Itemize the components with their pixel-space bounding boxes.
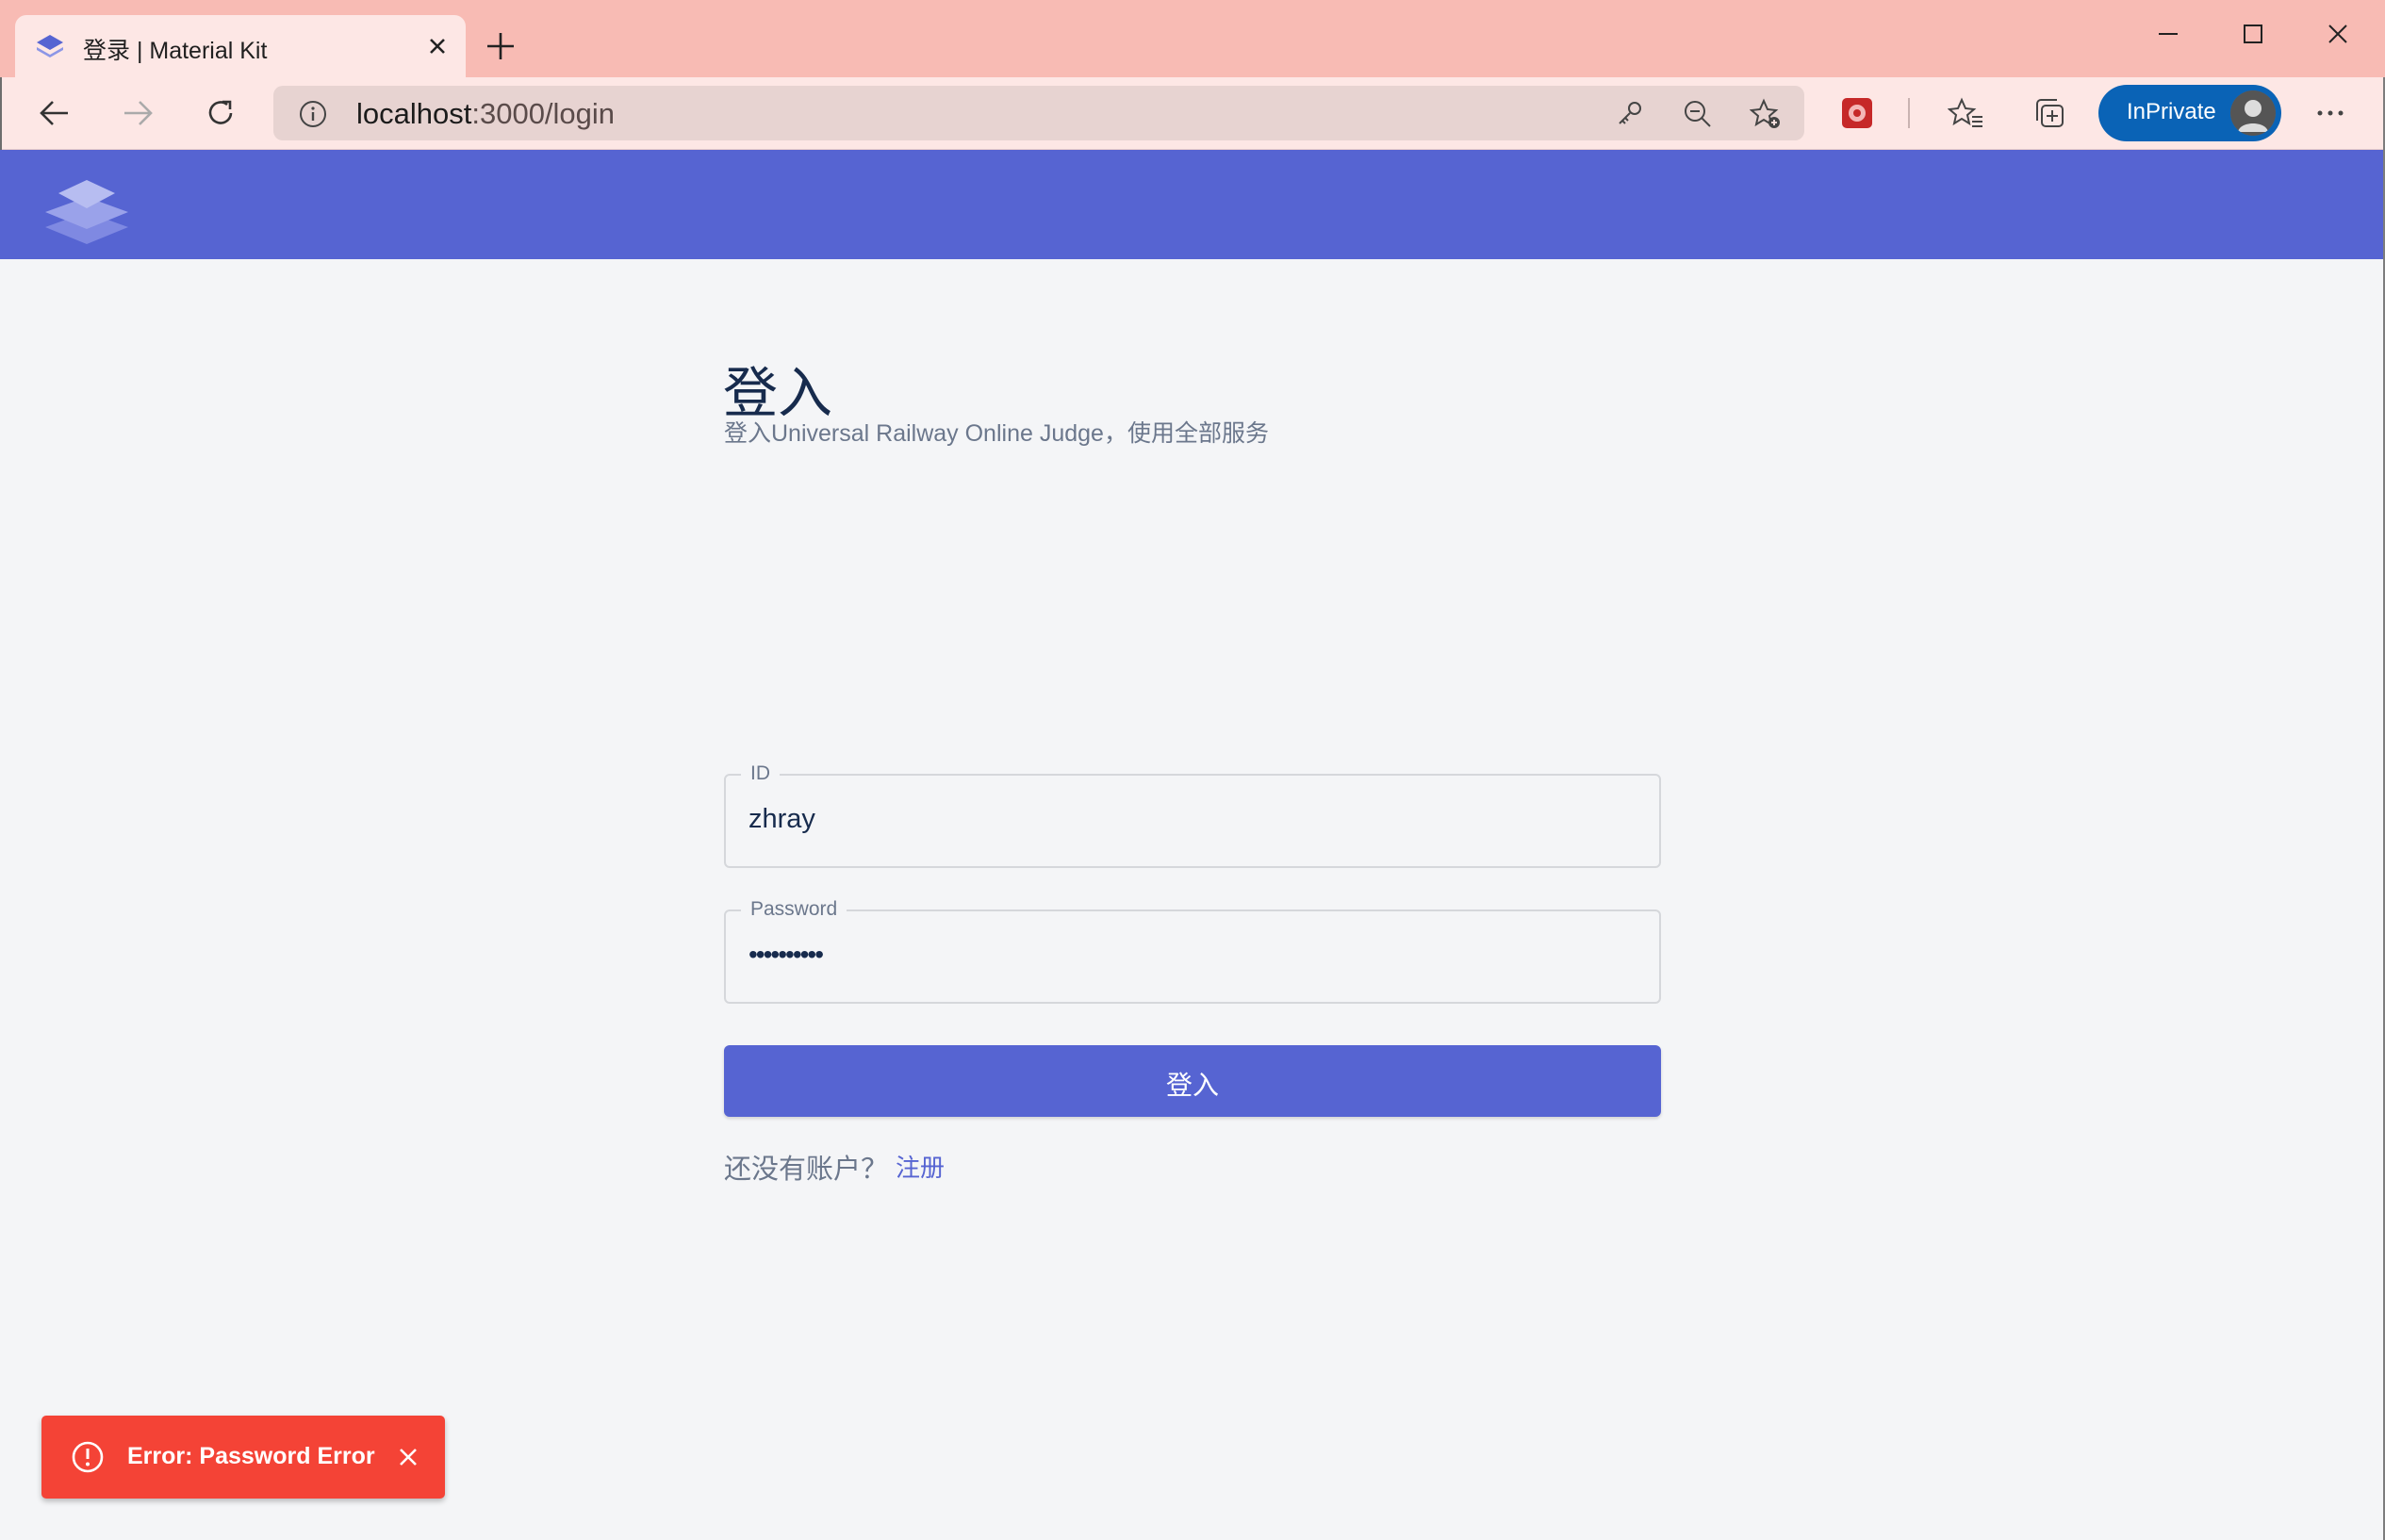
app-header	[0, 150, 2385, 259]
close-icon[interactable]	[392, 1441, 424, 1473]
error-snackbar: Error: Password Error	[41, 1416, 445, 1499]
inprivate-label: InPrivate	[2127, 99, 2216, 124]
page-subtitle: 登入Universal Railway Online Judge，使用全部服务	[724, 420, 1269, 447]
browser-titlebar: 登录 | Material Kit	[0, 0, 2385, 77]
avatar	[2230, 90, 2276, 136]
login-submit-button[interactable]: 登入	[724, 1045, 1661, 1117]
extension-icon[interactable]	[1838, 94, 1876, 132]
id-field-value[interactable]: zhray	[748, 804, 815, 835]
more-icon[interactable]	[2311, 94, 2349, 132]
key-icon[interactable]	[1614, 98, 1646, 130]
plus-icon[interactable]	[485, 30, 517, 62]
error-alert-icon	[72, 1441, 104, 1473]
favorites-icon[interactable]	[1948, 94, 1985, 132]
url-host: localhost	[356, 97, 472, 130]
toolbar-divider	[1908, 98, 1910, 128]
browser-tab-active[interactable]: 登录 | Material Kit	[15, 15, 466, 77]
password-field[interactable]: Password ••••••••••	[724, 898, 1661, 1004]
forward-arrow-icon[interactable]	[119, 94, 156, 132]
maximize-icon[interactable]	[2234, 15, 2272, 53]
url-path: :3000/login	[471, 97, 616, 130]
zoom-out-icon[interactable]	[1682, 98, 1714, 130]
address-bar[interactable]: localhost:3000/login	[273, 86, 1804, 140]
browser-toolbar: localhost:3000/login InPrivate	[0, 77, 2385, 150]
login-submit-label: 登入	[1165, 1071, 1219, 1100]
register-link[interactable]: 注册	[896, 1149, 945, 1184]
snackbar-message: Error: Password Error	[127, 1443, 375, 1469]
inprivate-profile-button[interactable]: InPrivate	[2098, 85, 2281, 141]
url-text[interactable]: localhost:3000/login	[356, 97, 615, 131]
password-field-label: Password	[741, 898, 847, 921]
layers-icon	[37, 35, 63, 57]
window-close-icon[interactable]	[2319, 15, 2357, 53]
main-content	[0, 259, 2385, 1540]
minimize-icon[interactable]	[2149, 15, 2187, 53]
password-field-value[interactable]: ••••••••••	[748, 940, 824, 970]
tab-title: 登录 | Material Kit	[83, 38, 268, 64]
no-account-text: 还没有账户？	[724, 1155, 889, 1185]
refresh-icon[interactable]	[202, 94, 239, 132]
layers-logo-icon[interactable]	[38, 169, 136, 250]
id-field-label: ID	[741, 762, 780, 785]
back-arrow-icon[interactable]	[36, 94, 74, 132]
star-add-icon[interactable]	[1750, 98, 1782, 130]
collections-icon[interactable]	[2031, 94, 2068, 132]
id-field[interactable]: ID zhray	[724, 762, 1661, 868]
person-icon	[2230, 90, 2276, 136]
info-icon[interactable]	[298, 99, 328, 129]
close-icon[interactable]	[422, 31, 452, 61]
